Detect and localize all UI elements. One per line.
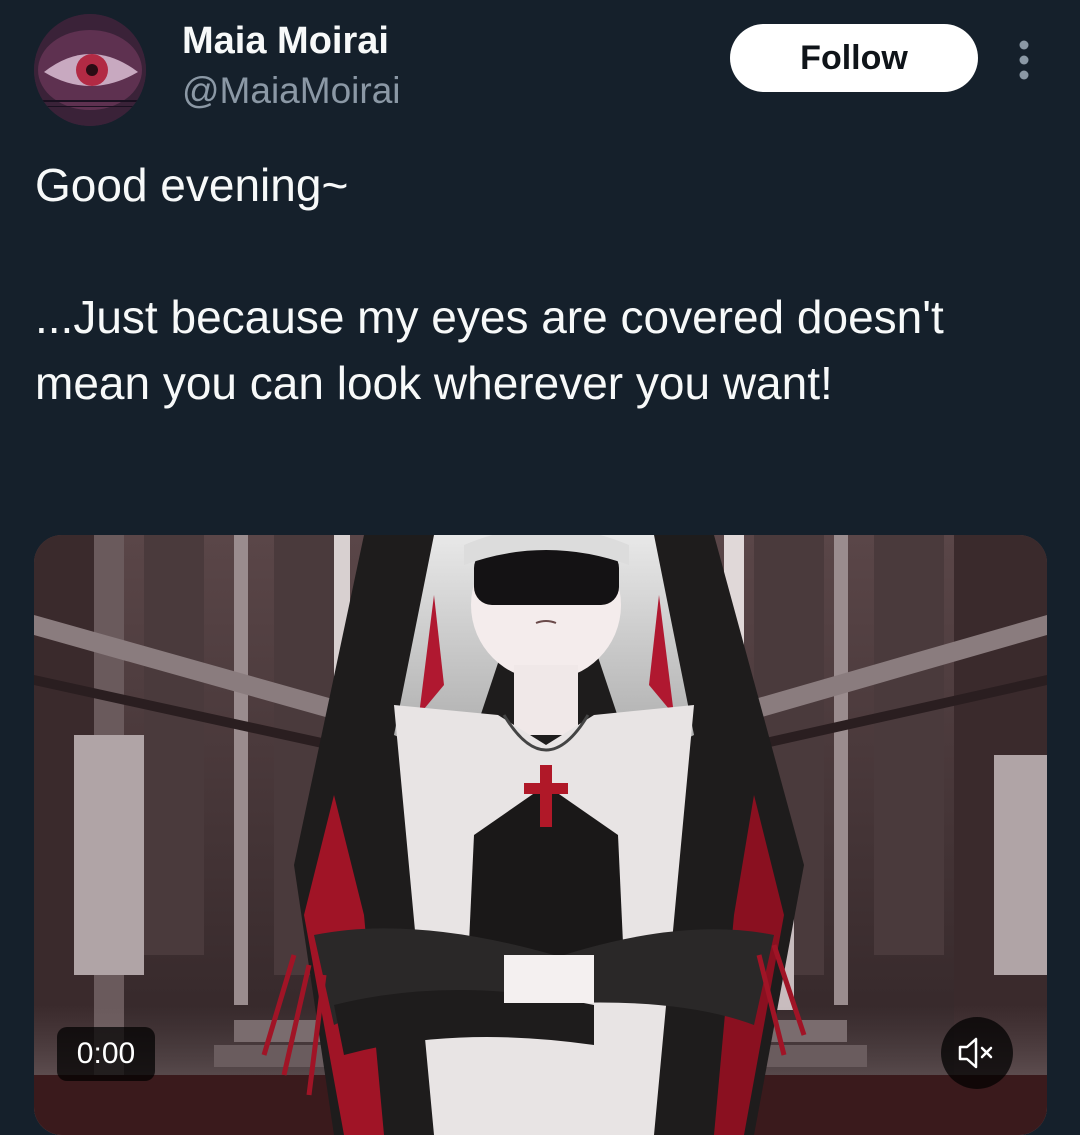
- video-timestamp: 0:00: [57, 1027, 155, 1081]
- unmute-button[interactable]: [941, 1017, 1013, 1089]
- more-options-button[interactable]: [1004, 38, 1044, 82]
- more-vertical-icon: [1019, 40, 1029, 80]
- author-avatar[interactable]: [34, 14, 146, 126]
- author-display-name[interactable]: Maia Moirai: [182, 20, 389, 63]
- follow-button[interactable]: Follow: [730, 24, 978, 92]
- tweet-text: Good evening~ ...Just because my eyes ar…: [35, 159, 944, 409]
- video-frame-image: [34, 535, 1047, 1135]
- video-player[interactable]: [34, 535, 1047, 1135]
- speaker-muted-icon: [958, 1037, 993, 1069]
- author-handle[interactable]: @MaiaMoirai: [182, 70, 401, 112]
- avatar-eye-image: [34, 14, 146, 126]
